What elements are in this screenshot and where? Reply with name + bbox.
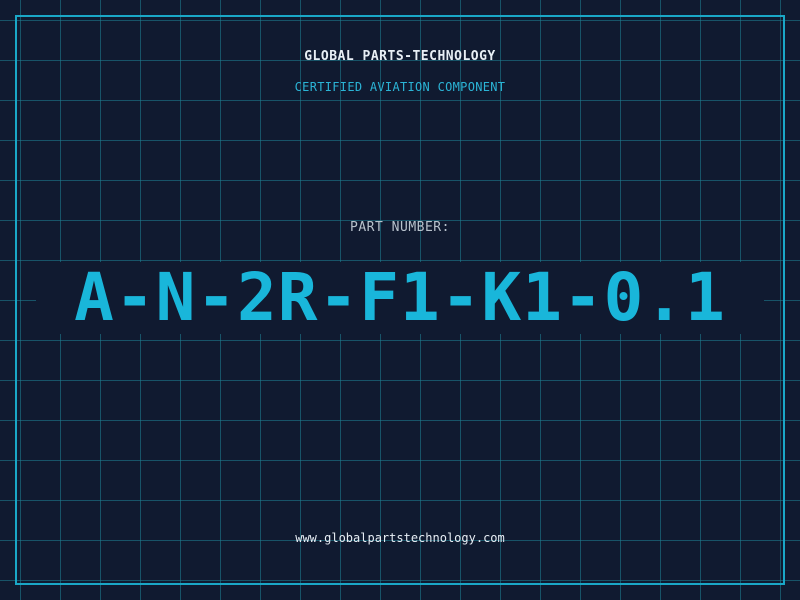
- company-tagline: CERTIFIED AVIATION COMPONENT: [294, 80, 506, 94]
- part-number-panel: A-N-2R-F1-K1-0.1: [36, 262, 764, 334]
- part-number-label: PART NUMBER:: [350, 220, 450, 235]
- part-number-value: A-N-2R-F1-K1-0.1: [74, 259, 726, 336]
- label-canvas: GLOBAL PARTS-TECHNOLOGY CERTIFIED AVIATI…: [0, 0, 800, 600]
- company-name: GLOBAL PARTS-TECHNOLOGY: [304, 49, 496, 64]
- website-url: www.globalpartstechnology.com: [295, 531, 505, 545]
